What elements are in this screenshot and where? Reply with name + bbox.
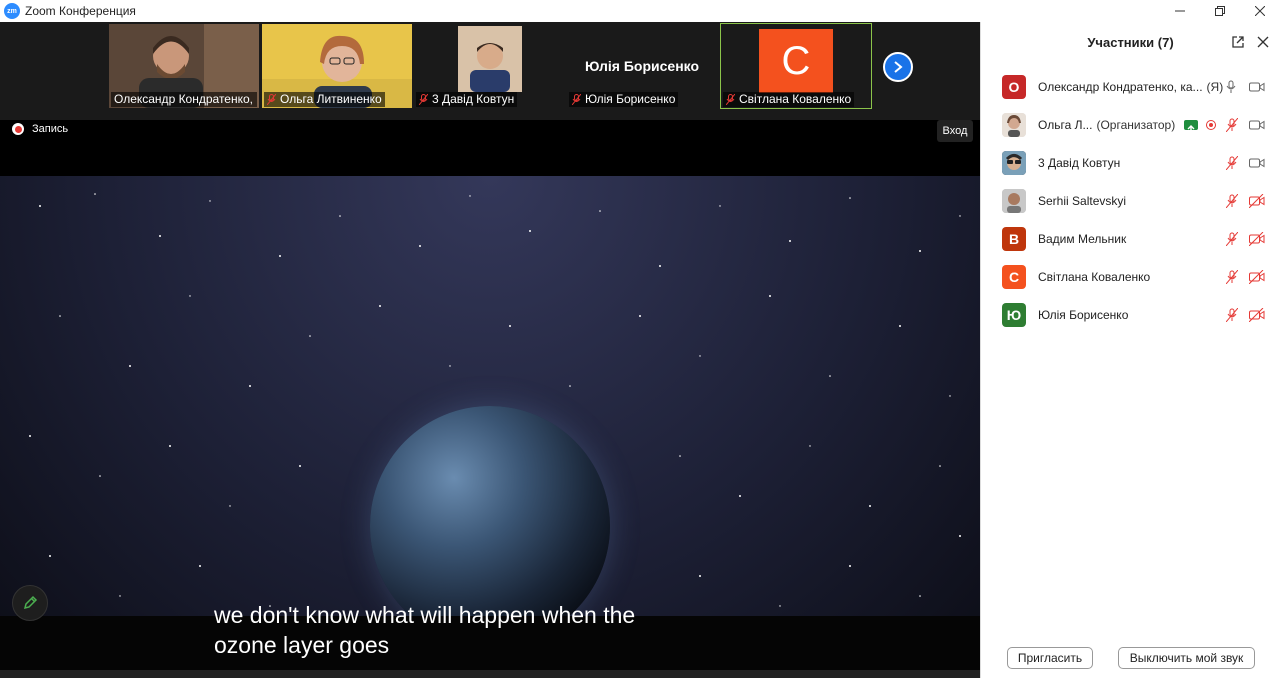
caption-line-1: we don't know what will happen when the — [214, 602, 636, 628]
invite-button[interactable]: Пригласить — [1007, 647, 1093, 669]
mic-muted-icon[interactable] — [1226, 194, 1238, 208]
title-bar: zm Zoom Конференция — [0, 0, 1280, 22]
camera-off-icon[interactable] — [1249, 308, 1265, 322]
mic-muted-icon[interactable] — [1226, 308, 1238, 322]
popout-icon — [1232, 36, 1244, 48]
avatar: С — [1002, 265, 1026, 289]
participant-name: Вадим Мельник — [1038, 232, 1127, 246]
bottom-strip — [0, 670, 980, 678]
tile-name: Ольга Литвиненко — [280, 92, 382, 106]
restore-button[interactable] — [1200, 0, 1240, 22]
avatar — [1002, 189, 1026, 213]
camera-icon[interactable] — [1249, 119, 1265, 131]
video-tile[interactable]: Ольга Литвиненко — [262, 24, 412, 108]
close-panel-button[interactable] — [1257, 35, 1269, 53]
avatar: В — [1002, 227, 1026, 251]
participant-row[interactable]: В Вадим Мельник — [981, 220, 1280, 258]
gallery-strip: Олександр Кондратенко, ка... Ольга Литви… — [0, 22, 980, 120]
recording-indicator[interactable]: Запись — [12, 123, 68, 135]
recording-label: Запись — [32, 123, 69, 135]
participant-row[interactable]: Serhii Saltevskyi — [981, 182, 1280, 220]
screen-share-badge — [1184, 120, 1198, 131]
tile-name-label: Ольга Литвиненко — [264, 92, 385, 107]
restore-icon — [1215, 6, 1225, 16]
recording-icon — [1206, 120, 1216, 130]
tile-name-label: 3 Давід Ковтун — [416, 92, 518, 107]
camera-off-icon[interactable] — [1249, 194, 1265, 208]
mic-muted-icon — [419, 94, 428, 105]
participant-name: Serhii Saltevskyi — [1038, 194, 1127, 208]
tile-name-label: Олександр Кондратенко, ка... — [111, 92, 257, 107]
enter-button[interactable]: Вход — [937, 120, 973, 142]
closed-caption: we don't know what will happen when the … — [214, 600, 774, 660]
chevron-right-icon — [894, 61, 903, 73]
tile-name-label: Світлана Коваленко — [723, 92, 855, 107]
camera-icon[interactable] — [1249, 81, 1265, 93]
record-icon — [12, 123, 24, 135]
mic-muted-icon[interactable] — [1226, 118, 1238, 132]
tile-name: Світлана Коваленко — [739, 92, 852, 106]
shared-screen — [0, 176, 980, 670]
avatar-photo — [1002, 189, 1026, 213]
video-tile-active-speaker[interactable]: С Світлана Коваленко — [720, 23, 872, 109]
mic-muted-icon — [572, 94, 581, 105]
meeting-view: Олександр Кондратенко, ка... Ольга Литви… — [0, 22, 980, 678]
mic-muted-icon — [267, 94, 276, 105]
annotate-button[interactable] — [12, 585, 48, 621]
mic-muted-icon[interactable] — [1226, 232, 1238, 246]
caption-line-2: ozone layer goes — [214, 632, 390, 658]
avatar-photo — [1002, 113, 1026, 137]
tile-name: 3 Давід Ковтун — [432, 92, 515, 106]
share-arrow-icon — [1187, 125, 1195, 131]
participant-row[interactable]: Ольга Л... (Организатор) — [981, 106, 1280, 144]
pencil-icon — [23, 595, 38, 610]
participant-name: Ольга Л... (Организатор) — [1038, 118, 1176, 132]
mute-me-button[interactable]: Выключить мой звук — [1118, 647, 1255, 669]
popout-button[interactable] — [1231, 35, 1245, 54]
participants-panel: Участники (7) О Олександр Кондратенко, к… — [980, 22, 1280, 678]
mic-muted-icon[interactable] — [1226, 270, 1238, 284]
mic-icon[interactable] — [1226, 80, 1236, 94]
avatar: Ю — [1002, 303, 1026, 327]
next-page-button[interactable] — [883, 52, 913, 82]
mic-muted-icon[interactable] — [1226, 156, 1238, 170]
participant-name: Світлана Коваленко — [1038, 270, 1151, 284]
participant-name: 3 Давід Ковтун — [1038, 156, 1121, 170]
close-icon — [1255, 6, 1265, 16]
participant-row[interactable]: Ю Юлія Борисенко — [981, 296, 1280, 334]
tile-name-label: Юлія Борисенко — [569, 92, 679, 107]
window-controls — [1160, 0, 1280, 22]
tile-display-name: Юлія Борисенко — [584, 58, 700, 74]
tile-name: Юлія Борисенко — [585, 92, 676, 106]
participant-row[interactable]: 3 Давід Ковтун — [981, 144, 1280, 182]
participant-name: Олександр Кондратенко, ка... (Я) — [1038, 80, 1224, 94]
window-title: Zoom Конференция — [25, 4, 136, 18]
avatar — [1002, 151, 1026, 175]
video-tile[interactable]: 3 Давід Ковтун — [414, 24, 564, 108]
video-tile[interactable]: Олександр Кондратенко, ка... — [109, 24, 259, 108]
camera-icon[interactable] — [1249, 157, 1265, 169]
participant-name: Юлія Борисенко — [1038, 308, 1129, 322]
avatar-photo — [1002, 151, 1026, 175]
camera-off-icon[interactable] — [1249, 270, 1265, 284]
mic-muted-icon — [726, 94, 735, 105]
avatar: С — [759, 29, 833, 93]
participant-row[interactable]: О Олександр Кондратенко, ка... (Я) — [981, 68, 1280, 106]
avatar: О — [1002, 75, 1026, 99]
tile-name: Олександр Кондратенко, ка... — [114, 92, 257, 106]
close-window-button[interactable] — [1240, 0, 1280, 22]
minimize-icon — [1175, 10, 1185, 12]
close-icon — [1257, 36, 1269, 48]
video-tile[interactable]: Юлія Борисенко Юлія Борисенко — [567, 24, 717, 108]
participant-row[interactable]: С Світлана Коваленко — [981, 258, 1280, 296]
minimize-button[interactable] — [1160, 0, 1200, 22]
avatar — [1002, 113, 1026, 137]
camera-off-icon[interactable] — [1249, 232, 1265, 246]
zoom-logo-icon: zm — [4, 3, 20, 19]
